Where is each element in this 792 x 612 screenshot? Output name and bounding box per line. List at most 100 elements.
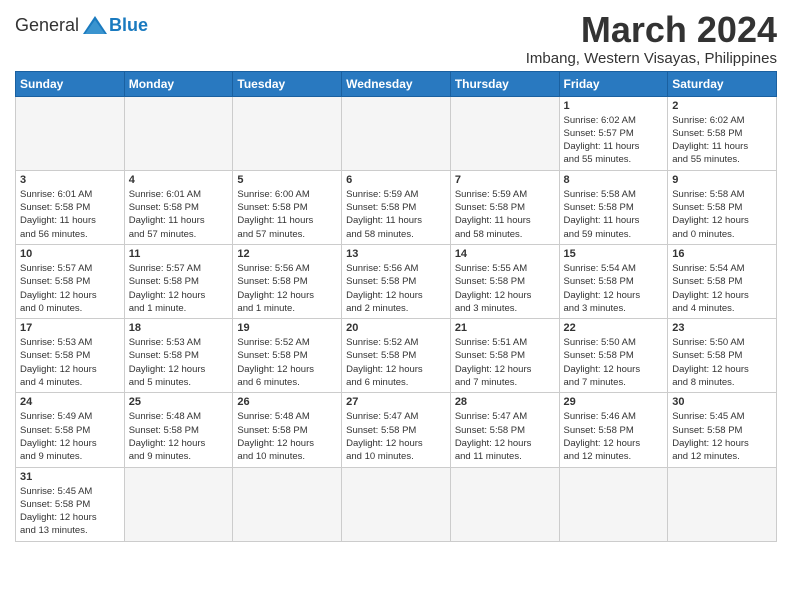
- weekday-header-sunday: Sunday: [16, 71, 125, 96]
- day-info: Sunrise: 5:59 AMSunset: 5:58 PMDaylight:…: [455, 188, 555, 241]
- calendar-cell: [16, 96, 125, 170]
- calendar-cell: [124, 467, 233, 541]
- day-number: 31: [20, 471, 120, 483]
- month-title: March 2024: [526, 10, 777, 50]
- day-info: Sunrise: 5:48 AMSunset: 5:58 PMDaylight:…: [237, 410, 337, 463]
- calendar-cell: 30 Sunrise: 5:45 AMSunset: 5:58 PMDayligh…: [668, 393, 777, 467]
- day-number: 4: [129, 174, 229, 186]
- day-info: Sunrise: 6:02 AMSunset: 5:57 PMDaylight:…: [564, 114, 664, 167]
- day-info: Sunrise: 5:54 AMSunset: 5:58 PMDaylight:…: [672, 262, 772, 315]
- day-info: Sunrise: 5:52 AMSunset: 5:58 PMDaylight:…: [237, 336, 337, 389]
- calendar-cell: 8Sunrise: 5:58 AMSunset: 5:58 PMDaylight…: [559, 170, 668, 244]
- calendar-cell: [668, 467, 777, 541]
- calendar-cell: [342, 96, 451, 170]
- day-info: Sunrise: 5:53 AMSunset: 5:58 PMDaylight:…: [129, 336, 229, 389]
- logo-icon: [81, 14, 109, 36]
- calendar-cell: 26 Sunrise: 5:48 AMSunset: 5:58 PMDayligh…: [233, 393, 342, 467]
- calendar-week-6: 31 Sunrise: 5:45 AMSunset: 5:58 PMDayligh…: [16, 467, 777, 541]
- day-info: Sunrise: 5:57 AMSunset: 5:58 PMDaylight:…: [129, 262, 229, 315]
- calendar-cell: 25Sunrise: 5:48 AMSunset: 5:58 PMDayligh…: [124, 393, 233, 467]
- calendar-week-3: 10Sunrise: 5:57 AMSunset: 5:58 PMDayligh…: [16, 244, 777, 318]
- day-number: 25: [129, 396, 229, 408]
- calendar-cell: 7 Sunrise: 5:59 AMSunset: 5:58 PMDaylight…: [450, 170, 559, 244]
- day-info: Sunrise: 6:01 AMSunset: 5:58 PMDaylight:…: [20, 188, 120, 241]
- calendar-cell: 5 Sunrise: 6:00 AMSunset: 5:58 PMDaylight…: [233, 170, 342, 244]
- day-info: Sunrise: 5:47 AMSunset: 5:58 PMDaylight:…: [455, 410, 555, 463]
- calendar-cell: 4 Sunrise: 6:01 AMSunset: 5:58 PMDaylight…: [124, 170, 233, 244]
- calendar-cell: 29 Sunrise: 5:46 AMSunset: 5:58 PMDayligh…: [559, 393, 668, 467]
- day-number: 21: [455, 322, 555, 334]
- day-info: Sunrise: 5:45 AMSunset: 5:58 PMDaylight:…: [672, 410, 772, 463]
- calendar-cell: 9Sunrise: 5:58 AMSunset: 5:58 PMDaylight…: [668, 170, 777, 244]
- day-number: 16: [672, 248, 772, 260]
- day-number: 3: [20, 174, 120, 186]
- day-info: Sunrise: 5:47 AMSunset: 5:58 PMDaylight:…: [346, 410, 446, 463]
- day-number: 7: [455, 174, 555, 186]
- day-number: 12: [237, 248, 337, 260]
- calendar-cell: [450, 467, 559, 541]
- day-number: 29: [564, 396, 664, 408]
- calendar-cell: 2Sunrise: 6:02 AMSunset: 5:58 PMDaylight…: [668, 96, 777, 170]
- calendar-cell: 18 Sunrise: 5:53 AMSunset: 5:58 PMDayligh…: [124, 319, 233, 393]
- day-info: Sunrise: 5:46 AMSunset: 5:58 PMDaylight:…: [564, 410, 664, 463]
- day-number: 13: [346, 248, 446, 260]
- calendar-cell: 12 Sunrise: 5:56 AMSunset: 5:58 PMDayligh…: [233, 244, 342, 318]
- day-number: 22: [564, 322, 664, 334]
- day-number: 28: [455, 396, 555, 408]
- calendar-cell: 17 Sunrise: 5:53 AMSunset: 5:58 PMDayligh…: [16, 319, 125, 393]
- calendar-cell: 1Sunrise: 6:02 AMSunset: 5:57 PMDaylight…: [559, 96, 668, 170]
- day-number: 30: [672, 396, 772, 408]
- day-number: 26: [237, 396, 337, 408]
- calendar-cell: 6Sunrise: 5:59 AMSunset: 5:58 PMDaylight…: [342, 170, 451, 244]
- calendar-week-2: 3 Sunrise: 6:01 AMSunset: 5:58 PMDaylight…: [16, 170, 777, 244]
- day-number: 9: [672, 174, 772, 186]
- calendar-cell: [233, 467, 342, 541]
- day-info: Sunrise: 5:51 AMSunset: 5:58 PMDaylight:…: [455, 336, 555, 389]
- weekday-header-wednesday: Wednesday: [342, 71, 451, 96]
- day-info: Sunrise: 5:54 AMSunset: 5:58 PMDaylight:…: [564, 262, 664, 315]
- calendar-cell: 10Sunrise: 5:57 AMSunset: 5:58 PMDayligh…: [16, 244, 125, 318]
- day-info: Sunrise: 6:00 AMSunset: 5:58 PMDaylight:…: [237, 188, 337, 241]
- weekday-header-thursday: Thursday: [450, 71, 559, 96]
- weekday-header-friday: Friday: [559, 71, 668, 96]
- calendar-cell: 16 Sunrise: 5:54 AMSunset: 5:58 PMDayligh…: [668, 244, 777, 318]
- day-info: Sunrise: 5:45 AMSunset: 5:58 PMDaylight:…: [20, 485, 120, 538]
- day-info: Sunrise: 5:53 AMSunset: 5:58 PMDaylight:…: [20, 336, 120, 389]
- day-number: 20: [346, 322, 446, 334]
- day-info: Sunrise: 5:50 AMSunset: 5:58 PMDaylight:…: [564, 336, 664, 389]
- logo: General Blue: [15, 14, 148, 36]
- calendar-cell: [124, 96, 233, 170]
- calendar-cell: 23Sunrise: 5:50 AMSunset: 5:58 PMDayligh…: [668, 319, 777, 393]
- day-number: 15: [564, 248, 664, 260]
- calendar-cell: 27Sunrise: 5:47 AMSunset: 5:58 PMDayligh…: [342, 393, 451, 467]
- day-number: 6: [346, 174, 446, 186]
- day-number: 19: [237, 322, 337, 334]
- day-info: Sunrise: 6:01 AMSunset: 5:58 PMDaylight:…: [129, 188, 229, 241]
- weekday-header-row: SundayMondayTuesdayWednesdayThursdayFrid…: [16, 71, 777, 96]
- calendar-cell: 31 Sunrise: 5:45 AMSunset: 5:58 PMDayligh…: [16, 467, 125, 541]
- calendar-cell: 14 Sunrise: 5:55 AMSunset: 5:58 PMDayligh…: [450, 244, 559, 318]
- weekday-header-saturday: Saturday: [668, 71, 777, 96]
- calendar-week-1: 1Sunrise: 6:02 AMSunset: 5:57 PMDaylight…: [16, 96, 777, 170]
- day-info: Sunrise: 6:02 AMSunset: 5:58 PMDaylight:…: [672, 114, 772, 167]
- day-number: 11: [129, 248, 229, 260]
- day-info: Sunrise: 5:56 AMSunset: 5:58 PMDaylight:…: [237, 262, 337, 315]
- day-number: 14: [455, 248, 555, 260]
- title-section: March 2024 Imbang, Western Visayas, Phil…: [526, 10, 777, 67]
- day-number: 23: [672, 322, 772, 334]
- calendar-cell: 24Sunrise: 5:49 AMSunset: 5:58 PMDayligh…: [16, 393, 125, 467]
- calendar-cell: [450, 96, 559, 170]
- logo-text-general: General: [15, 15, 79, 36]
- day-number: 17: [20, 322, 120, 334]
- calendar-week-5: 24Sunrise: 5:49 AMSunset: 5:58 PMDayligh…: [16, 393, 777, 467]
- calendar-cell: [559, 467, 668, 541]
- day-info: Sunrise: 5:55 AMSunset: 5:58 PMDaylight:…: [455, 262, 555, 315]
- calendar-cell: 19 Sunrise: 5:52 AMSunset: 5:58 PMDayligh…: [233, 319, 342, 393]
- day-number: 8: [564, 174, 664, 186]
- calendar-cell: 21 Sunrise: 5:51 AMSunset: 5:58 PMDayligh…: [450, 319, 559, 393]
- day-info: Sunrise: 5:52 AMSunset: 5:58 PMDaylight:…: [346, 336, 446, 389]
- calendar-cell: 11 Sunrise: 5:57 AMSunset: 5:58 PMDayligh…: [124, 244, 233, 318]
- day-number: 5: [237, 174, 337, 186]
- calendar-cell: [233, 96, 342, 170]
- day-number: 18: [129, 322, 229, 334]
